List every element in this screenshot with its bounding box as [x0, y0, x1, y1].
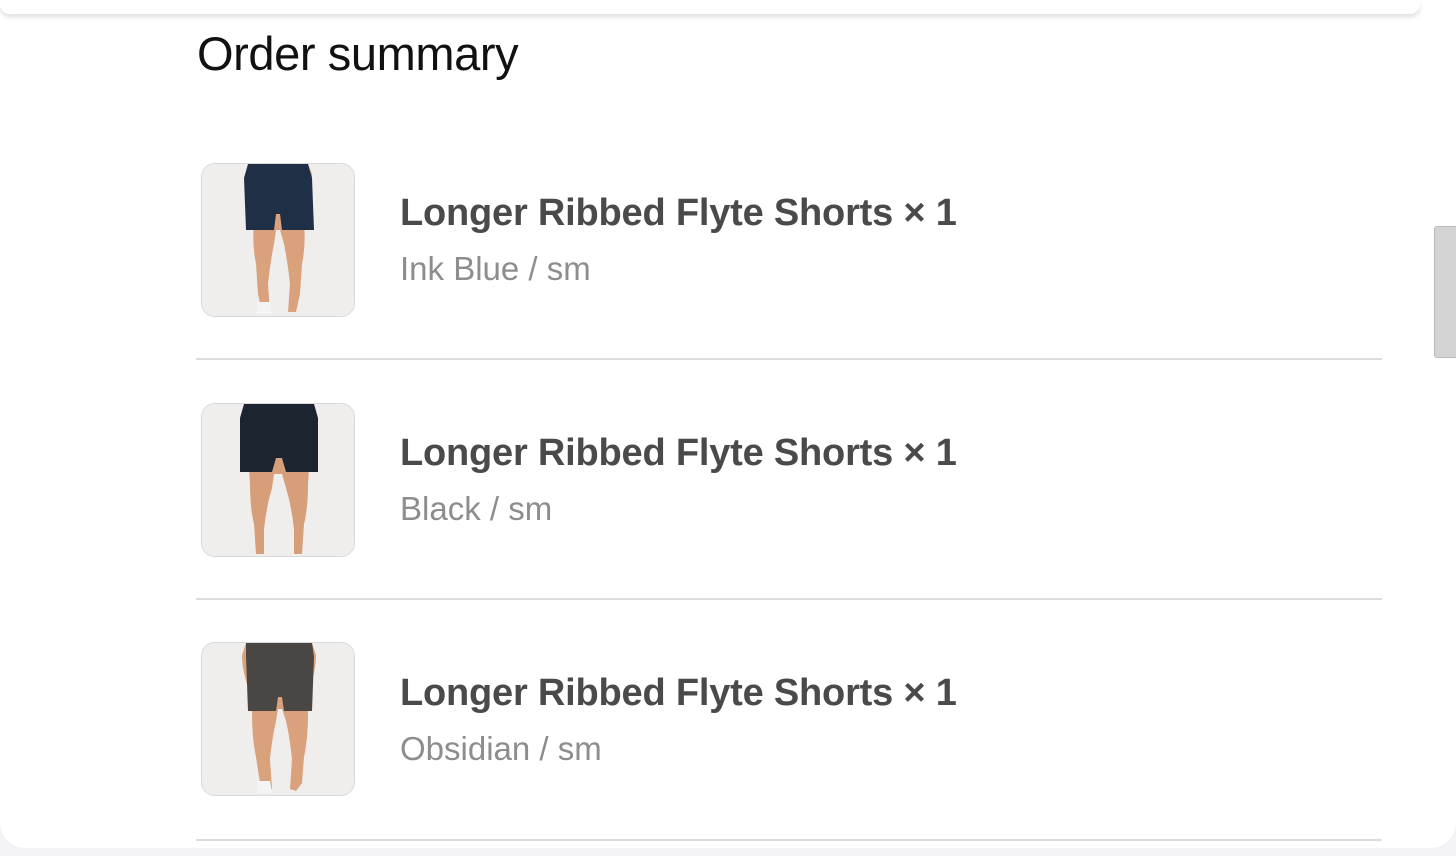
- item-divider: [196, 839, 1382, 841]
- line-item: Longer Ribbed Flyte Shorts × 1 Black / s…: [196, 360, 1382, 600]
- shorts-product-image: [202, 643, 354, 795]
- product-variant: Obsidian / sm: [400, 730, 602, 767]
- product-thumbnail: [201, 642, 355, 796]
- product-variant: Ink Blue / sm: [400, 250, 591, 287]
- product-thumbnail: [201, 403, 355, 557]
- shorts-product-image: [202, 404, 354, 556]
- checkout-page: Order summary Longer Ribbed Flyte Shorts…: [0, 0, 1456, 856]
- product-name: Longer Ribbed Flyte Shorts × 1: [400, 432, 957, 474]
- product-variant: Black / sm: [400, 490, 553, 527]
- product-name: Longer Ribbed Flyte Shorts × 1: [400, 672, 957, 714]
- scrollbar-thumb[interactable]: [1434, 226, 1456, 358]
- line-item: Longer Ribbed Flyte Shorts × 1 Ink Blue …: [196, 120, 1382, 360]
- product-thumbnail: [201, 163, 355, 317]
- shorts-product-image: [202, 164, 354, 316]
- header-bar: [0, 0, 1420, 14]
- line-item: Longer Ribbed Flyte Shorts × 1 Obsidian …: [196, 600, 1382, 841]
- order-summary-title: Order summary: [197, 27, 519, 80]
- product-name: Longer Ribbed Flyte Shorts × 1: [400, 192, 957, 234]
